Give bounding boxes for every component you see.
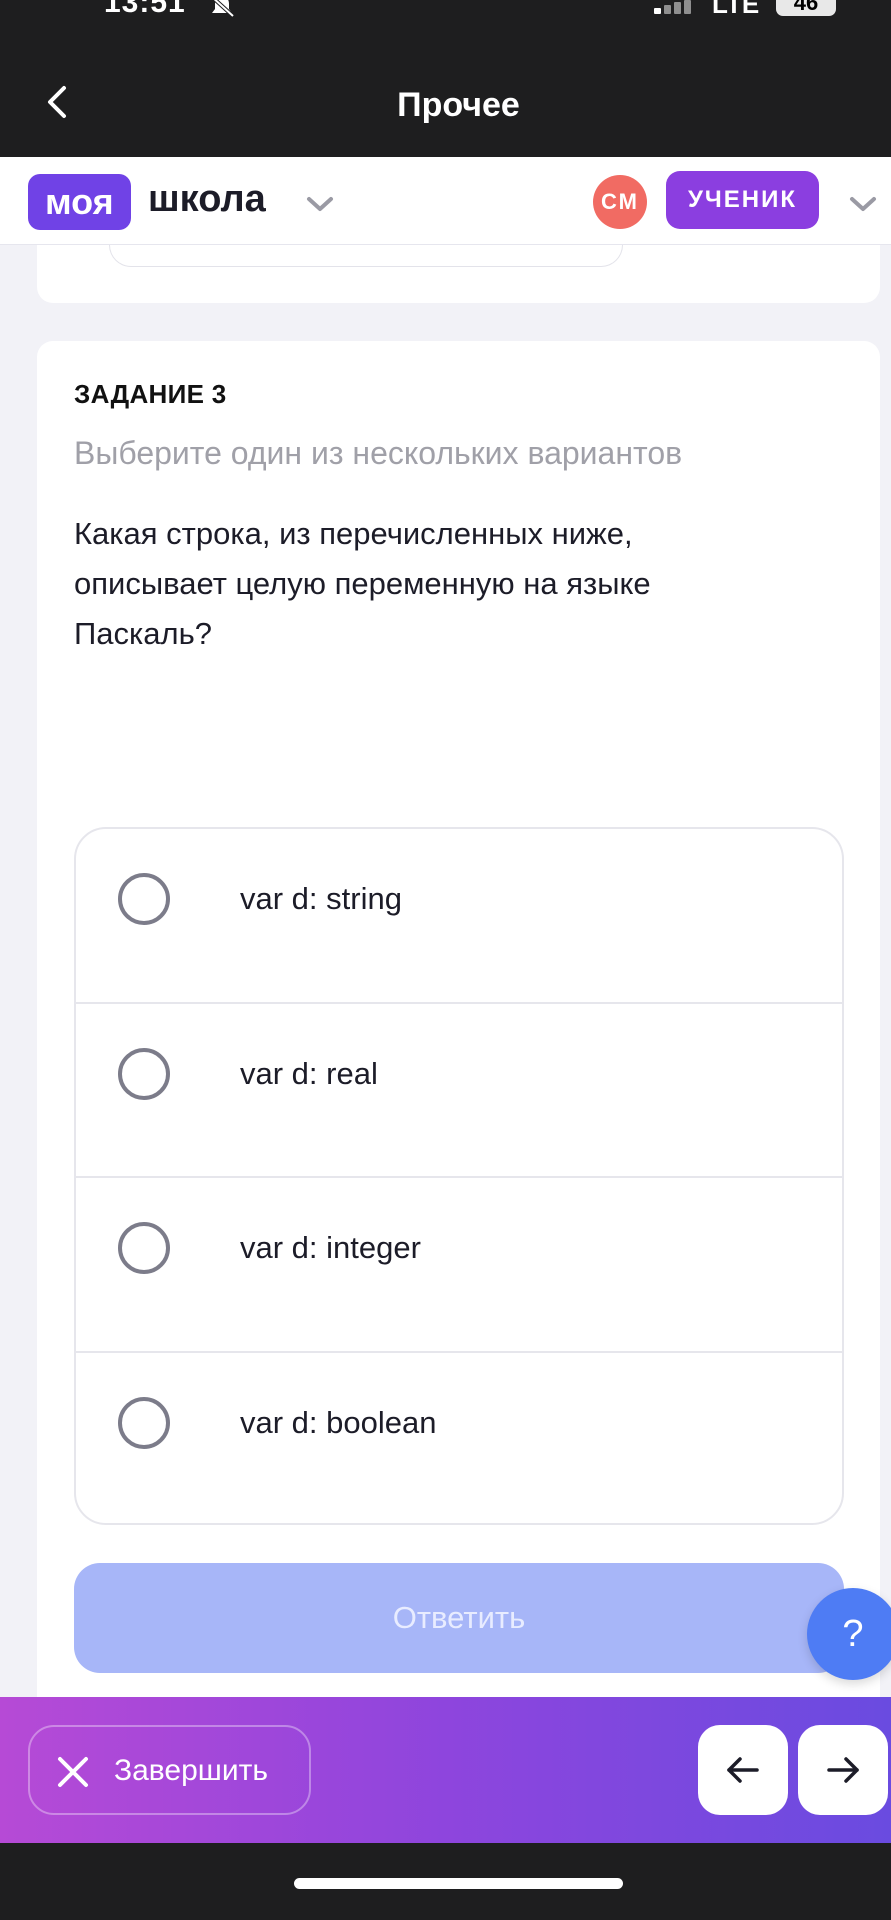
- option-item[interactable]: var d: string: [76, 829, 842, 1004]
- next-task-button[interactable]: [798, 1725, 888, 1815]
- logo-moya[interactable]: моя: [28, 174, 131, 230]
- option-label: var d: real: [240, 1055, 378, 1091]
- radio-button[interactable]: [118, 1396, 170, 1449]
- radio-button[interactable]: [118, 873, 170, 925]
- status-bar: 13:51 LTE 46: [0, 0, 891, 22]
- question-text: Какая строка, из перечисленных ниже, опи…: [74, 516, 651, 651]
- previous-task-button[interactable]: [698, 1725, 788, 1815]
- title-bar: Прочее: [0, 22, 891, 157]
- option-item[interactable]: var d: integer: [76, 1178, 842, 1353]
- previous-answer-field[interactable]: [109, 245, 623, 267]
- status-time: 13:51: [104, 0, 186, 19]
- option-item[interactable]: var d: real: [76, 1004, 842, 1178]
- arrow-right-icon: [827, 1757, 859, 1783]
- battery-icon: 46: [776, 0, 836, 16]
- radio-button[interactable]: [118, 1047, 170, 1100]
- bottom-bar: Завершить: [0, 1697, 891, 1843]
- option-label: var d: integer: [240, 1230, 421, 1265]
- home-indicator[interactable]: [294, 1878, 623, 1889]
- app-header: моя школа СМ УЧЕНИК: [0, 157, 891, 245]
- chevron-down-icon[interactable]: [303, 187, 337, 221]
- avatar[interactable]: СМ: [593, 175, 647, 229]
- arrow-left-icon: [727, 1757, 759, 1783]
- signal-icon: [652, 0, 698, 16]
- option-item[interactable]: var d: boolean: [76, 1353, 842, 1524]
- task-title: ЗАДАНИЕ 3: [74, 379, 227, 409]
- option-label: var d: boolean: [240, 1404, 437, 1440]
- finish-label: Завершить: [114, 1754, 268, 1787]
- chevron-down-icon[interactable]: [846, 187, 880, 221]
- role-button[interactable]: УЧЕНИК: [666, 171, 819, 229]
- network-type: LTE: [712, 0, 760, 19]
- close-icon: [58, 1757, 88, 1787]
- answer-button[interactable]: Ответить: [74, 1563, 844, 1673]
- answer-options: var d: string var d: real var d: integer…: [74, 827, 844, 1525]
- logo-shkola[interactable]: школа: [148, 174, 266, 224]
- finish-button[interactable]: Завершить: [28, 1725, 311, 1815]
- radio-button[interactable]: [118, 1222, 170, 1274]
- home-indicator-area: [0, 1843, 891, 1920]
- option-label: var d: string: [240, 881, 402, 916]
- bell-off-icon: [212, 0, 235, 18]
- page-title: Прочее: [397, 86, 520, 124]
- task-instructions: Выберите один из нескольких вариантов: [74, 435, 683, 471]
- help-button[interactable]: ?: [807, 1588, 891, 1680]
- task-card: ЗАДАНИЕ 3 Выберите один из нескольких ва…: [37, 341, 880, 1710]
- previous-task-card: [37, 245, 880, 303]
